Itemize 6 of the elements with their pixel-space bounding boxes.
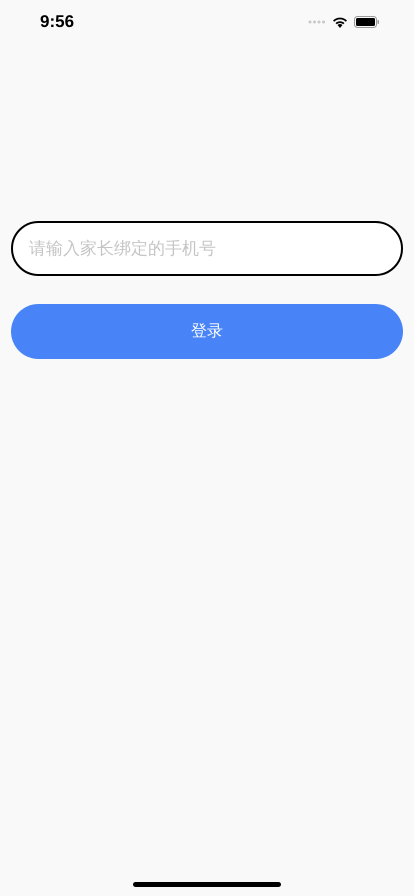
battery-icon (354, 16, 380, 28)
login-button[interactable]: 登录 (11, 304, 403, 359)
phone-input-field[interactable]: 请输入家长绑定的手机号 (11, 221, 403, 276)
wifi-icon (332, 16, 348, 28)
signal-icon (308, 20, 326, 24)
status-time: 9:56 (40, 12, 74, 32)
